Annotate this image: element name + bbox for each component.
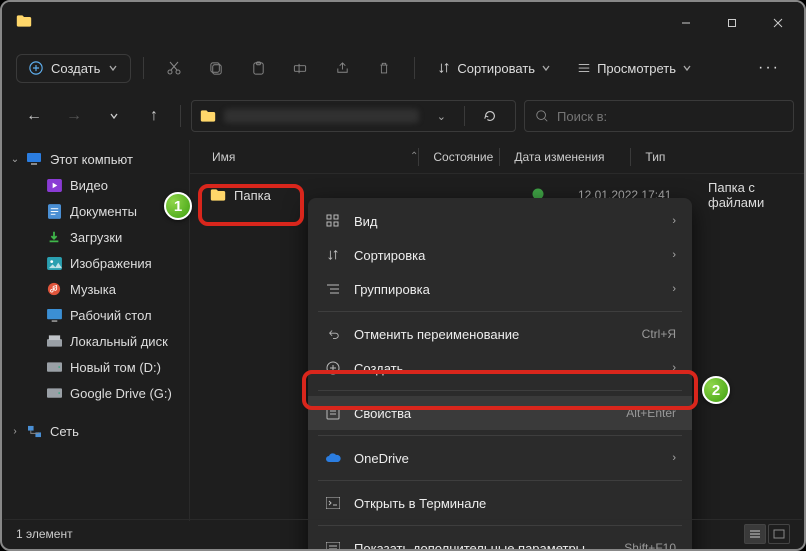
row-type: Папка с файлами	[708, 180, 804, 210]
folder-icon	[16, 14, 32, 33]
row-name: Папка	[234, 188, 271, 203]
new-button-label: Создать	[51, 61, 100, 76]
back-button[interactable]: ←	[18, 100, 50, 132]
plus-icon	[324, 359, 342, 377]
ctx-sort[interactable]: Сортировка›	[308, 238, 692, 272]
address-bar[interactable]: ⌄	[191, 100, 516, 132]
copy-icon[interactable]	[198, 50, 234, 86]
sidebar-label: Этот компьют	[50, 152, 133, 167]
col-date[interactable]: Дата изменения	[500, 150, 630, 164]
pc-icon	[26, 151, 42, 167]
new-button[interactable]: Создать	[16, 54, 131, 83]
col-type[interactable]: Тип	[631, 150, 804, 164]
search-icon	[535, 109, 549, 123]
sidebar-item-downloads[interactable]: Загрузки	[2, 224, 189, 250]
col-state[interactable]: Состояние	[419, 150, 499, 164]
delete-icon[interactable]	[366, 50, 402, 86]
minimize-button[interactable]	[664, 8, 708, 38]
toolbar: Создать Сортировать Просмотреть ···	[2, 44, 804, 92]
grid-icon	[324, 212, 342, 230]
sidebar-item-desktop[interactable]: Рабочий стол	[2, 302, 189, 328]
annotation-badge-2: 2	[702, 376, 730, 404]
recent-dropdown[interactable]	[98, 100, 130, 132]
folder-icon	[210, 188, 226, 202]
sidebar-item-documents[interactable]: Документы	[2, 198, 189, 224]
sidebar-item-video[interactable]: Видео	[2, 172, 189, 198]
status-bar: 1 элемент	[4, 519, 802, 547]
maximize-button[interactable]	[710, 8, 754, 38]
sidebar: ⌄ Этот компьют Видео Документы Загрузки …	[2, 140, 190, 521]
large-icons-view-button[interactable]	[768, 524, 790, 544]
cut-icon[interactable]	[156, 50, 192, 86]
ctx-create[interactable]: Создать›	[308, 351, 692, 385]
navbar: ← → ↑ ⌄	[2, 92, 804, 140]
share-icon[interactable]	[324, 50, 360, 86]
sidebar-this-pc[interactable]: ⌄ Этот компьют	[2, 146, 189, 172]
view-label: Просмотреть	[597, 61, 676, 76]
sidebar-item-google-drive[interactable]: Google Drive (G:)	[2, 380, 189, 406]
sort-button[interactable]: Сортировать	[427, 55, 561, 82]
sidebar-item-new-volume[interactable]: Новый том (D:)	[2, 354, 189, 380]
onedrive-icon	[324, 449, 342, 467]
context-menu: Вид› Сортировка› Группировка› Отменить п…	[308, 198, 692, 551]
search-input[interactable]	[557, 109, 783, 124]
chevron-down-icon[interactable]: ⌄	[427, 110, 456, 123]
explorer-window: Создать Сортировать Просмотреть ··· ← → …	[0, 0, 806, 551]
column-headers: Имя ⌃ Состояние Дата изменения Тип	[190, 140, 804, 174]
ctx-terminal[interactable]: Открыть в Терминале	[308, 486, 692, 520]
terminal-icon	[324, 494, 342, 512]
ctx-properties[interactable]: СвойстваAlt+Enter	[308, 396, 692, 430]
sidebar-item-music[interactable]: Музыка	[2, 276, 189, 302]
forward-button[interactable]: →	[58, 100, 90, 132]
sort-icon	[324, 246, 342, 264]
ctx-onedrive[interactable]: OneDrive›	[308, 441, 692, 475]
close-button[interactable]	[756, 8, 800, 38]
sort-indicator-icon: ⌃	[410, 151, 418, 162]
ctx-group[interactable]: Группировка›	[308, 272, 692, 306]
group-icon	[324, 280, 342, 298]
more-button[interactable]: ···	[748, 55, 790, 81]
ctx-view[interactable]: Вид›	[308, 204, 692, 238]
chevron-right-icon: ›	[672, 215, 676, 227]
titlebar	[2, 2, 804, 44]
sidebar-item-images[interactable]: Изображения	[2, 250, 189, 276]
properties-icon	[324, 404, 342, 422]
folder-icon	[200, 109, 216, 123]
up-button[interactable]: ↑	[138, 100, 170, 132]
sort-label: Сортировать	[457, 61, 535, 76]
undo-icon	[324, 325, 342, 343]
sidebar-network[interactable]: › Сеть	[2, 418, 189, 444]
annotation-badge-1: 1	[164, 192, 192, 220]
sidebar-item-local-disk[interactable]: Локальный диск	[2, 328, 189, 354]
status-count: 1 элемент	[16, 527, 73, 541]
view-button[interactable]: Просмотреть	[567, 55, 702, 82]
ctx-undo[interactable]: Отменить переименованиеCtrl+Я	[308, 317, 692, 351]
rename-icon[interactable]	[282, 50, 318, 86]
paste-icon[interactable]	[240, 50, 276, 86]
refresh-button[interactable]	[473, 100, 507, 132]
address-path	[224, 109, 419, 123]
search-box[interactable]	[524, 100, 794, 132]
details-view-button[interactable]	[744, 524, 766, 544]
